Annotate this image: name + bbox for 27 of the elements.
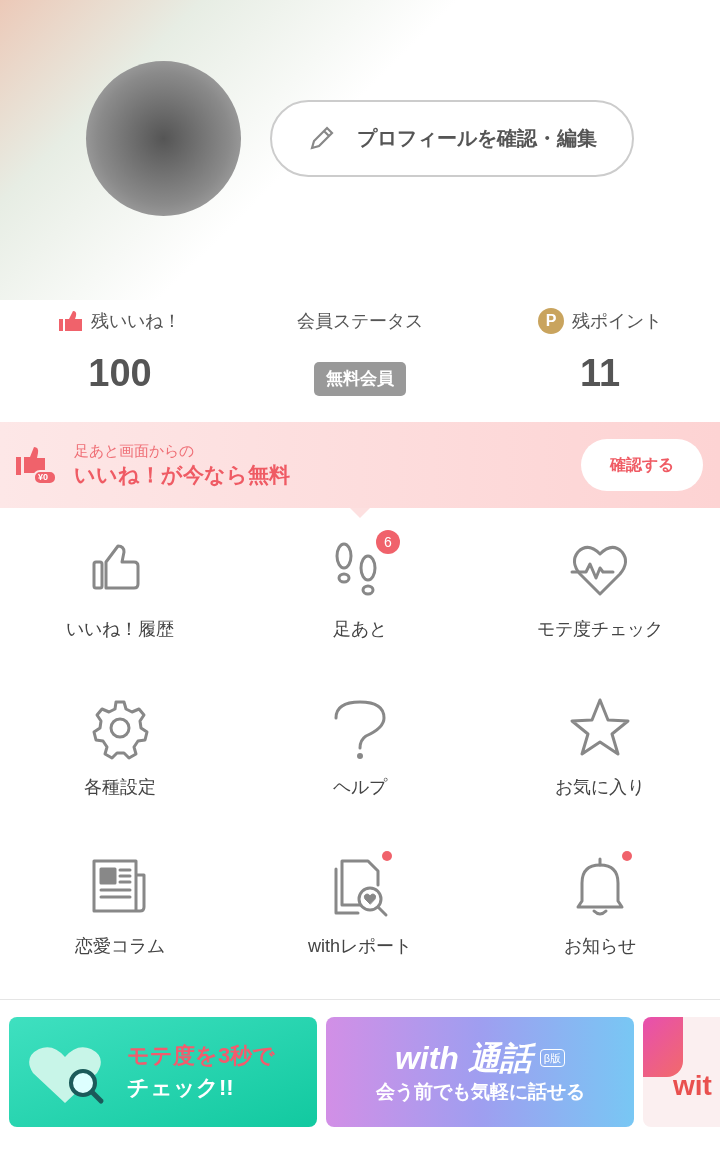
menu-item[interactable]: 恋愛コラム: [0, 840, 240, 997]
menu-item[interactable]: 6 足あと: [240, 524, 480, 680]
banner-text: モテ度を3秒で: [127, 1042, 276, 1070]
menu-item[interactable]: お気に入り: [480, 682, 720, 839]
stat-value: 100: [88, 352, 152, 394]
profile-edit-button[interactable]: プロフィールを確認・編集: [270, 99, 634, 177]
status-badge: 無料会員: [314, 362, 406, 396]
beta-tag: β版: [539, 1048, 566, 1067]
count-badge: 6: [376, 530, 400, 554]
menu-item[interactable]: 各種設定: [0, 682, 240, 839]
banner-text: 会う前でも気軽に話せる: [375, 1079, 585, 1104]
point-icon: P: [538, 308, 564, 334]
stat-label: 残いいね！: [91, 309, 181, 333]
stat-label: 会員ステータス: [297, 309, 423, 333]
stat-value: 11: [579, 352, 621, 394]
promo-title: いいね！が今なら無料: [74, 462, 290, 489]
pointer-arrow: [350, 508, 370, 518]
banner-text: チェック!!: [127, 1074, 235, 1102]
banner-text: wit: [673, 1069, 712, 1103]
thumb-icon: [59, 311, 83, 331]
menu-item[interactable]: withレポート: [240, 840, 480, 997]
menu-item[interactable]: モテ度チェック: [480, 524, 720, 680]
menu-item[interactable]: お知らせ: [480, 840, 720, 997]
stat-label: 残ポイント: [572, 309, 662, 333]
menu-item[interactable]: いいね！履歴: [0, 524, 240, 680]
promo-subtitle: 足あと画面からの: [74, 441, 195, 461]
menu-item[interactable]: ヘルプ: [240, 682, 480, 839]
